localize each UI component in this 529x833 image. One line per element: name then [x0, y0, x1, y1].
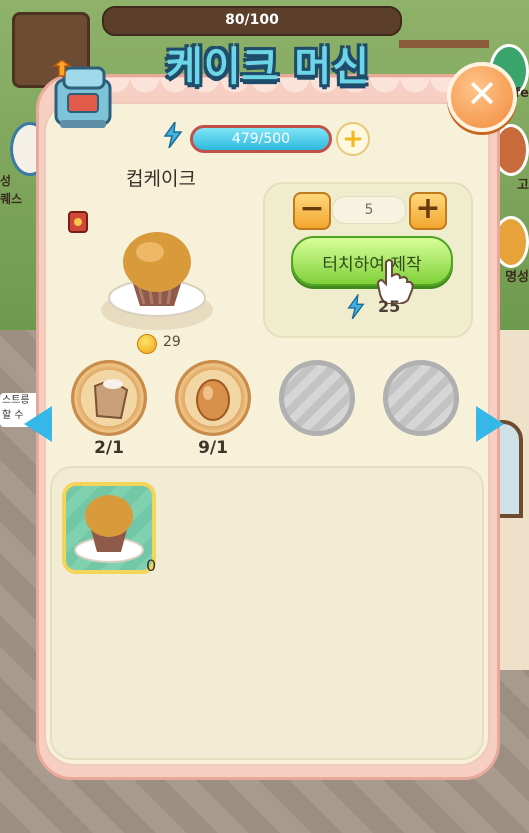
ingredient-slot-empty: [383, 360, 459, 436]
product-price: 29: [163, 334, 181, 350]
close-button[interactable]: ✕: [447, 62, 517, 132]
level-progress-text: 80/100: [225, 12, 279, 28]
ingredient-slot-egg[interactable]: [175, 360, 251, 436]
decrease-quantity-button[interactable]: −: [293, 192, 331, 230]
left-menu-label-2: 퀘스: [0, 192, 23, 206]
level-progress-bar: 80/100: [102, 6, 402, 36]
cupcake-image: [101, 232, 213, 330]
craft-button[interactable]: 터치하여 제작: [291, 236, 453, 286]
plus-icon: +: [415, 191, 441, 226]
energy-cost-icon: [347, 294, 365, 320]
energy-icon: [163, 122, 183, 148]
energy-cost: 25: [378, 297, 401, 316]
minus-icon: −: [299, 191, 325, 226]
product-name: 컵케이크: [126, 168, 196, 190]
dialog-title: 케이크 머신: [166, 44, 370, 90]
energy-bar: 479/500: [190, 125, 332, 153]
output-slot[interactable]: [62, 482, 156, 574]
ingredient-slot-flour[interactable]: [71, 360, 147, 436]
cake-machine-icon: [51, 60, 112, 128]
next-arrow-icon[interactable]: [476, 406, 504, 442]
increase-quantity-button[interactable]: +: [409, 192, 447, 230]
add-energy-button[interactable]: +: [336, 122, 370, 156]
flour-sack-icon: [93, 378, 129, 420]
plus-icon: +: [342, 124, 364, 154]
left-menu-label-1: 성: [0, 174, 12, 188]
egg-icon: [196, 379, 230, 421]
ingredient-slot-empty: [279, 360, 355, 436]
close-icon: ✕: [466, 72, 498, 116]
ingredient-count: 2/1: [94, 438, 124, 458]
coin-icon: [137, 334, 157, 354]
right-fame-label: 명성: [505, 270, 529, 285]
quantity-field[interactable]: 5: [332, 196, 406, 224]
right-storage-label: 고: [517, 178, 529, 193]
craft-button-label: 터치하여 제작: [322, 255, 422, 275]
output-slot-count: 0: [146, 556, 157, 575]
previous-arrow-icon[interactable]: [24, 406, 52, 442]
cupcake-icon: [74, 495, 144, 563]
recipe-book-icon[interactable]: [67, 210, 89, 234]
ingredient-count: 9/1: [198, 438, 228, 458]
energy-value: 479/500: [231, 131, 291, 147]
